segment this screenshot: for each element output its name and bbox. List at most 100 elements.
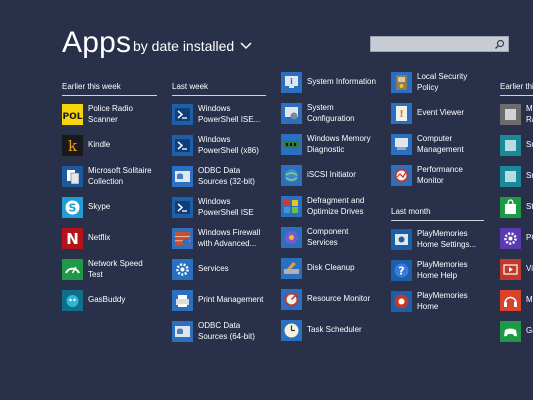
search-icon[interactable] [493, 38, 506, 51]
app-label-line2: Configuration [307, 113, 355, 123]
app-label-line1: Component [307, 227, 349, 236]
app-label-line2: Test [88, 269, 103, 279]
powershell-icon [172, 104, 193, 125]
app-label-line2: Collection [88, 176, 124, 186]
app-tile[interactable]: Print Management [172, 290, 280, 311]
police-radio-icon: POL [62, 104, 83, 125]
app-tile[interactable]: N Netflix [62, 228, 170, 249]
sort-dropdown[interactable]: by date installed [133, 38, 252, 54]
search-box[interactable] [370, 36, 509, 55]
app-tile[interactable]: Local Security Policy [391, 72, 499, 93]
app-tile[interactable]: ! Event Viewer [391, 103, 499, 124]
app-label-line1: Event Viewer [417, 108, 464, 118]
local-security-icon [391, 72, 412, 93]
chevron-down-icon [240, 42, 252, 50]
search-input[interactable] [371, 40, 491, 55]
app-label-line1: PlayMemories [417, 291, 468, 300]
app-tile[interactable]: Disk Cleanup [281, 258, 389, 279]
app-label-line1: Task Scheduler [307, 325, 362, 335]
app-tile[interactable]: Network Speed Test [62, 259, 170, 280]
app-tile[interactable]: Windows PowerShell (x86) [172, 135, 280, 156]
app-tile[interactable]: GasBuddy [62, 290, 170, 311]
app-tile[interactable]: Windows PowerShell ISE [172, 197, 280, 218]
app-label-line2: Services [307, 237, 338, 247]
app-tile[interactable]: Resource Monitor [281, 289, 389, 310]
resource-monitor-icon [281, 289, 302, 310]
app-label-line1: Vi [526, 264, 533, 274]
group-header-last-month: Last month [391, 207, 484, 221]
app-label-line1: PlayMemories [417, 260, 468, 269]
app-tile[interactable]: St [500, 197, 533, 218]
app-label-line1: Netflix [88, 233, 111, 243]
app-label-line1: Print Management [198, 295, 264, 305]
app-tile[interactable]: PlayMemories Home Settings... [391, 229, 499, 250]
app-tile[interactable]: MRa [500, 104, 533, 125]
app-tile[interactable]: Defragment and Optimize Drives [281, 196, 389, 217]
app-tile[interactable]: POL Police Radio Scanner [62, 104, 170, 125]
playmemories-home-icon [391, 291, 412, 312]
app-tile[interactable]: Component Services [281, 227, 389, 248]
app-tile[interactable]: Windows Firewall with Advanced... [172, 228, 280, 249]
computer-management-icon [391, 134, 412, 155]
app-tile[interactable]: PC [500, 228, 533, 249]
app-label-line2: Policy [417, 82, 439, 92]
app-label-line1: Skype [88, 202, 111, 212]
app-tile[interactable]: M [500, 290, 533, 311]
headphones-icon [500, 290, 521, 311]
app-tile[interactable]: ? PlayMemories Home Help [391, 260, 499, 281]
app-label-line2: Monitor [417, 175, 444, 185]
print-management-icon [172, 290, 193, 311]
gasbuddy-icon [62, 290, 83, 311]
app-label-line1: Computer [417, 134, 453, 143]
app-label-line1: Network Speed [88, 259, 143, 268]
app-tile[interactable]: Performance Monitor [391, 165, 499, 186]
app-label-line1: PlayMemories [417, 229, 468, 238]
app-tile[interactable]: Sr [500, 135, 533, 156]
app-tile[interactable]: k Kindle [62, 135, 170, 156]
app-tile[interactable]: PlayMemories Home [391, 291, 499, 312]
firewall-icon [172, 228, 193, 249]
app-label-line1: Windows [198, 104, 231, 113]
app-tile[interactable]: Vi [500, 259, 533, 280]
video-icon [500, 259, 521, 280]
app-label-line2: Optimize Drives [307, 206, 364, 216]
app-tile[interactable]: Task Scheduler [281, 320, 389, 341]
services-icon [172, 259, 193, 280]
app-tile[interactable]: Computer Management [391, 134, 499, 155]
playmemories-settings-icon [391, 229, 412, 250]
app-icon [500, 135, 521, 156]
svg-text:POL: POL [63, 112, 83, 122]
task-scheduler-icon [281, 320, 302, 341]
component-services-icon [281, 227, 302, 248]
app-label-line2: Diagnostic [307, 144, 345, 154]
app-label-line1: PC [526, 233, 533, 243]
app-label-line2: Home Help [417, 270, 458, 280]
app-tile[interactable]: Microsoft Solitaire Collection [62, 166, 170, 187]
app-tile[interactable]: Sr [500, 166, 533, 187]
app-tile[interactable]: Windows Memory Diagnostic [281, 134, 389, 155]
solitaire-icon [62, 166, 83, 187]
app-tile[interactable]: ODBC Data Sources (64-bit) [172, 321, 280, 342]
app-tile[interactable]: iSCSI Initiator [281, 165, 389, 186]
app-tile[interactable]: ODBC Data Sources (32-bit) [172, 166, 280, 187]
svg-text:k: k [68, 137, 78, 155]
app-tile[interactable]: Windows PowerShell ISE... [172, 104, 280, 125]
group-header-last-week: Last week [172, 82, 266, 96]
system-configuration-icon [281, 103, 302, 124]
app-label-line2: Scanner [88, 114, 118, 124]
page-title: Apps [62, 26, 132, 59]
app-tile[interactable]: Ga [500, 321, 533, 342]
app-label-line1: GasBuddy [88, 295, 126, 305]
app-label-line1: Windows Firewall [198, 228, 261, 237]
group-header-earlier-this: Earlier this [500, 82, 533, 96]
app-tile[interactable]: S Skype [62, 197, 170, 218]
app-label-line2: PowerShell ISE... [198, 114, 261, 124]
playmemories-help-icon: ? [391, 260, 412, 281]
svg-text:i: i [290, 77, 293, 86]
app-label-line1: Sr [526, 171, 533, 181]
memory-diagnostic-icon [281, 134, 302, 155]
app-tile[interactable]: i System Information [281, 72, 389, 93]
app-tile[interactable]: System Configuration [281, 103, 389, 124]
app-tile[interactable]: Services [172, 259, 280, 280]
xbox-games-icon [500, 321, 521, 342]
